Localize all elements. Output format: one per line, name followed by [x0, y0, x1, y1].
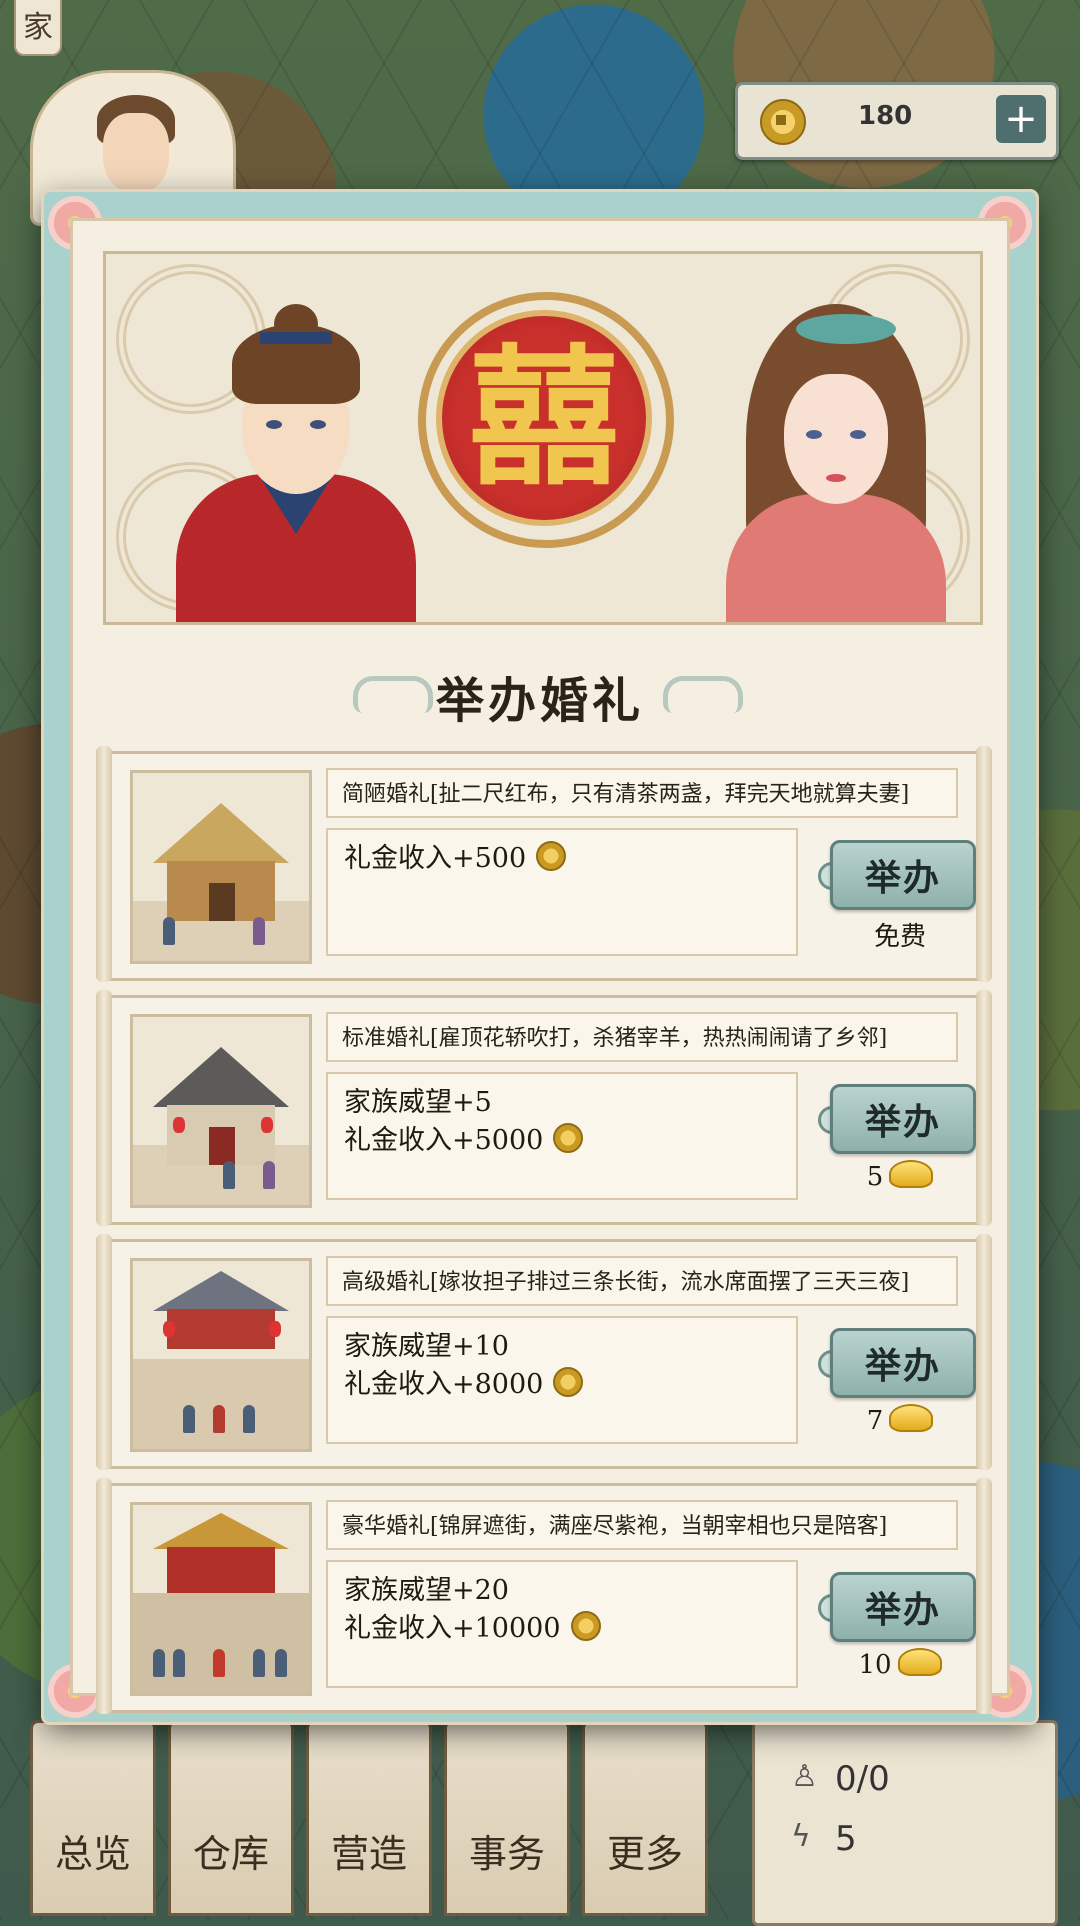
- cost-amount: 7: [866, 1406, 884, 1436]
- reward-line: 礼金收入+5000: [344, 1122, 780, 1160]
- simple-wedding-thumbnail: [130, 770, 312, 964]
- workers-value: 0/0: [835, 1759, 890, 1799]
- lightning-icon: ϟ: [791, 1819, 811, 1854]
- worker-icon: ♙: [791, 1759, 818, 1794]
- coin-icon: [536, 841, 567, 871]
- nav-label: 仓库: [192, 1832, 269, 1876]
- ceremony-card-luxury: 豪华婚礼[锦屏遮街，满座尽紫袍，当朝宰相也只是陪客] 家族威望+20 礼金收入+…: [96, 1478, 992, 1714]
- nav-label: 总览: [54, 1832, 131, 1876]
- ceremony-description: 高级婚礼[嫁妆担子排过三条长街，流水席面摆了三天三夜]: [326, 1256, 958, 1306]
- avatar-face: [103, 113, 169, 193]
- ceremony-cost: 免费: [830, 916, 970, 953]
- prestige-reward: 家族威望+20: [344, 1575, 509, 1606]
- nav-label: 更多: [606, 1832, 683, 1876]
- standard-wedding-thumbnail: [130, 1014, 312, 1208]
- hold-simple-wedding-button[interactable]: 举办: [830, 840, 976, 910]
- gift-money-reward: 礼金收入+5000: [344, 1125, 544, 1156]
- gold-ingot-icon: [897, 1648, 942, 1676]
- cost-amount: 10: [858, 1650, 892, 1680]
- ceremony-rewards: 家族威望+10 礼金收入+8000: [326, 1316, 798, 1444]
- ceremony-description: 简陋婚礼[扯二尺红布，只有清茶两盏，拜完天地就算夫妻]: [326, 768, 958, 818]
- dialog-title: 举办婚礼: [73, 661, 1007, 731]
- ceremony-rewards: 家族威望+20 礼金收入+10000: [326, 1560, 798, 1688]
- coin-icon: [570, 1611, 601, 1641]
- nav-label: 营造: [330, 1832, 407, 1876]
- hold-standard-wedding-button[interactable]: 举办: [830, 1084, 976, 1154]
- gift-money-reward: 礼金收入+8000: [344, 1369, 544, 1400]
- dialog-title-text: 举办婚礼: [435, 673, 644, 729]
- family-badge[interactable]: 家: [14, 0, 62, 56]
- coin-icon: [553, 1367, 584, 1397]
- gold-ingot-icon: [889, 1160, 934, 1188]
- wedding-banner: 囍: [103, 251, 983, 625]
- prestige-reward: 家族威望+5: [344, 1087, 492, 1118]
- ceremony-rewards: 礼金收入+500: [326, 828, 798, 956]
- reward-line: 礼金收入+500: [344, 840, 780, 878]
- groom-portrait: [176, 304, 416, 622]
- workers-stat: ♙ 0/0: [791, 1759, 890, 1799]
- energy-stat: ϟ 5: [791, 1819, 857, 1859]
- nav-warehouse-button[interactable]: 仓库: [168, 1720, 294, 1916]
- ceremony-cost: 10: [830, 1648, 970, 1680]
- double-happiness-emblem: 囍: [436, 310, 652, 526]
- coin-icon: [553, 1123, 584, 1153]
- hold-luxury-wedding-button[interactable]: 举办: [830, 1572, 976, 1642]
- bride-portrait: [726, 294, 946, 622]
- ceremony-cost: 5: [830, 1160, 970, 1192]
- ceremony-card-standard: 标准婚礼[雇顶花轿吹打，杀猪宰羊，热热闹闹请了乡邻] 家族威望+5 礼金收入+5…: [96, 990, 992, 1226]
- gold-ingot-icon: [889, 1404, 934, 1432]
- coin-amount: 180: [858, 101, 913, 131]
- ceremony-card-advanced: 高级婚礼[嫁妆担子排过三条长街，流水席面摆了三天三夜] 家族威望+10 礼金收入…: [96, 1234, 992, 1470]
- ceremony-description: 标准婚礼[雇顶花轿吹打，杀猪宰羊，热热闹闹请了乡邻]: [326, 1012, 958, 1062]
- double-happiness-char: 囍: [468, 330, 619, 506]
- dialog-body: 囍 举办婚礼 简陋婚礼[扯二尺红布，只有清茶两盏，拜完天地就算夫妻] 礼金收入+…: [70, 218, 1010, 1714]
- add-coins-button[interactable]: +: [996, 95, 1046, 143]
- nav-overview-button[interactable]: 总览: [30, 1720, 156, 1916]
- family-badge-label: 家: [23, 10, 53, 45]
- bottom-navigation: 总览 仓库 营造 事务 更多: [30, 1720, 708, 1920]
- hold-advanced-wedding-button[interactable]: 举办: [830, 1328, 976, 1398]
- ceremony-cost: 7: [830, 1404, 970, 1436]
- ceremony-description: 豪华婚礼[锦屏遮街，满座尽紫袍，当朝宰相也只是陪客]: [326, 1500, 958, 1550]
- cost-free-label: 免费: [873, 922, 926, 952]
- ceremony-card-simple: 简陋婚礼[扯二尺红布，只有清茶两盏，拜完天地就算夫妻] 礼金收入+500 举办 …: [96, 746, 992, 982]
- nav-affairs-button[interactable]: 事务: [444, 1720, 570, 1916]
- gift-money-reward: 礼金收入+10000: [344, 1613, 561, 1644]
- coin-balance-bar: 180 +: [735, 82, 1059, 160]
- wedding-dialog: 囍 举办婚礼 简陋婚礼[扯二尺红布，只有清茶两盏，拜完天地就算夫妻] 礼金收入+…: [44, 192, 1036, 1722]
- cost-amount: 5: [866, 1162, 884, 1192]
- reward-line: 礼金收入+10000: [344, 1610, 780, 1648]
- energy-value: 5: [835, 1819, 857, 1859]
- luxury-wedding-thumbnail: [130, 1502, 312, 1696]
- ceremony-rewards: 家族威望+5 礼金收入+5000: [326, 1072, 798, 1200]
- resource-stats-panel: ♙ 0/0 ϟ 5: [752, 1720, 1058, 1926]
- reward-line: 礼金收入+8000: [344, 1366, 780, 1404]
- advanced-wedding-thumbnail: [130, 1258, 312, 1452]
- nav-build-button[interactable]: 营造: [306, 1720, 432, 1916]
- nav-label: 事务: [468, 1832, 545, 1876]
- coin-icon: [760, 99, 806, 145]
- gift-money-reward: 礼金收入+500: [344, 843, 527, 874]
- nav-more-button[interactable]: 更多: [582, 1720, 708, 1916]
- prestige-reward: 家族威望+10: [344, 1331, 509, 1362]
